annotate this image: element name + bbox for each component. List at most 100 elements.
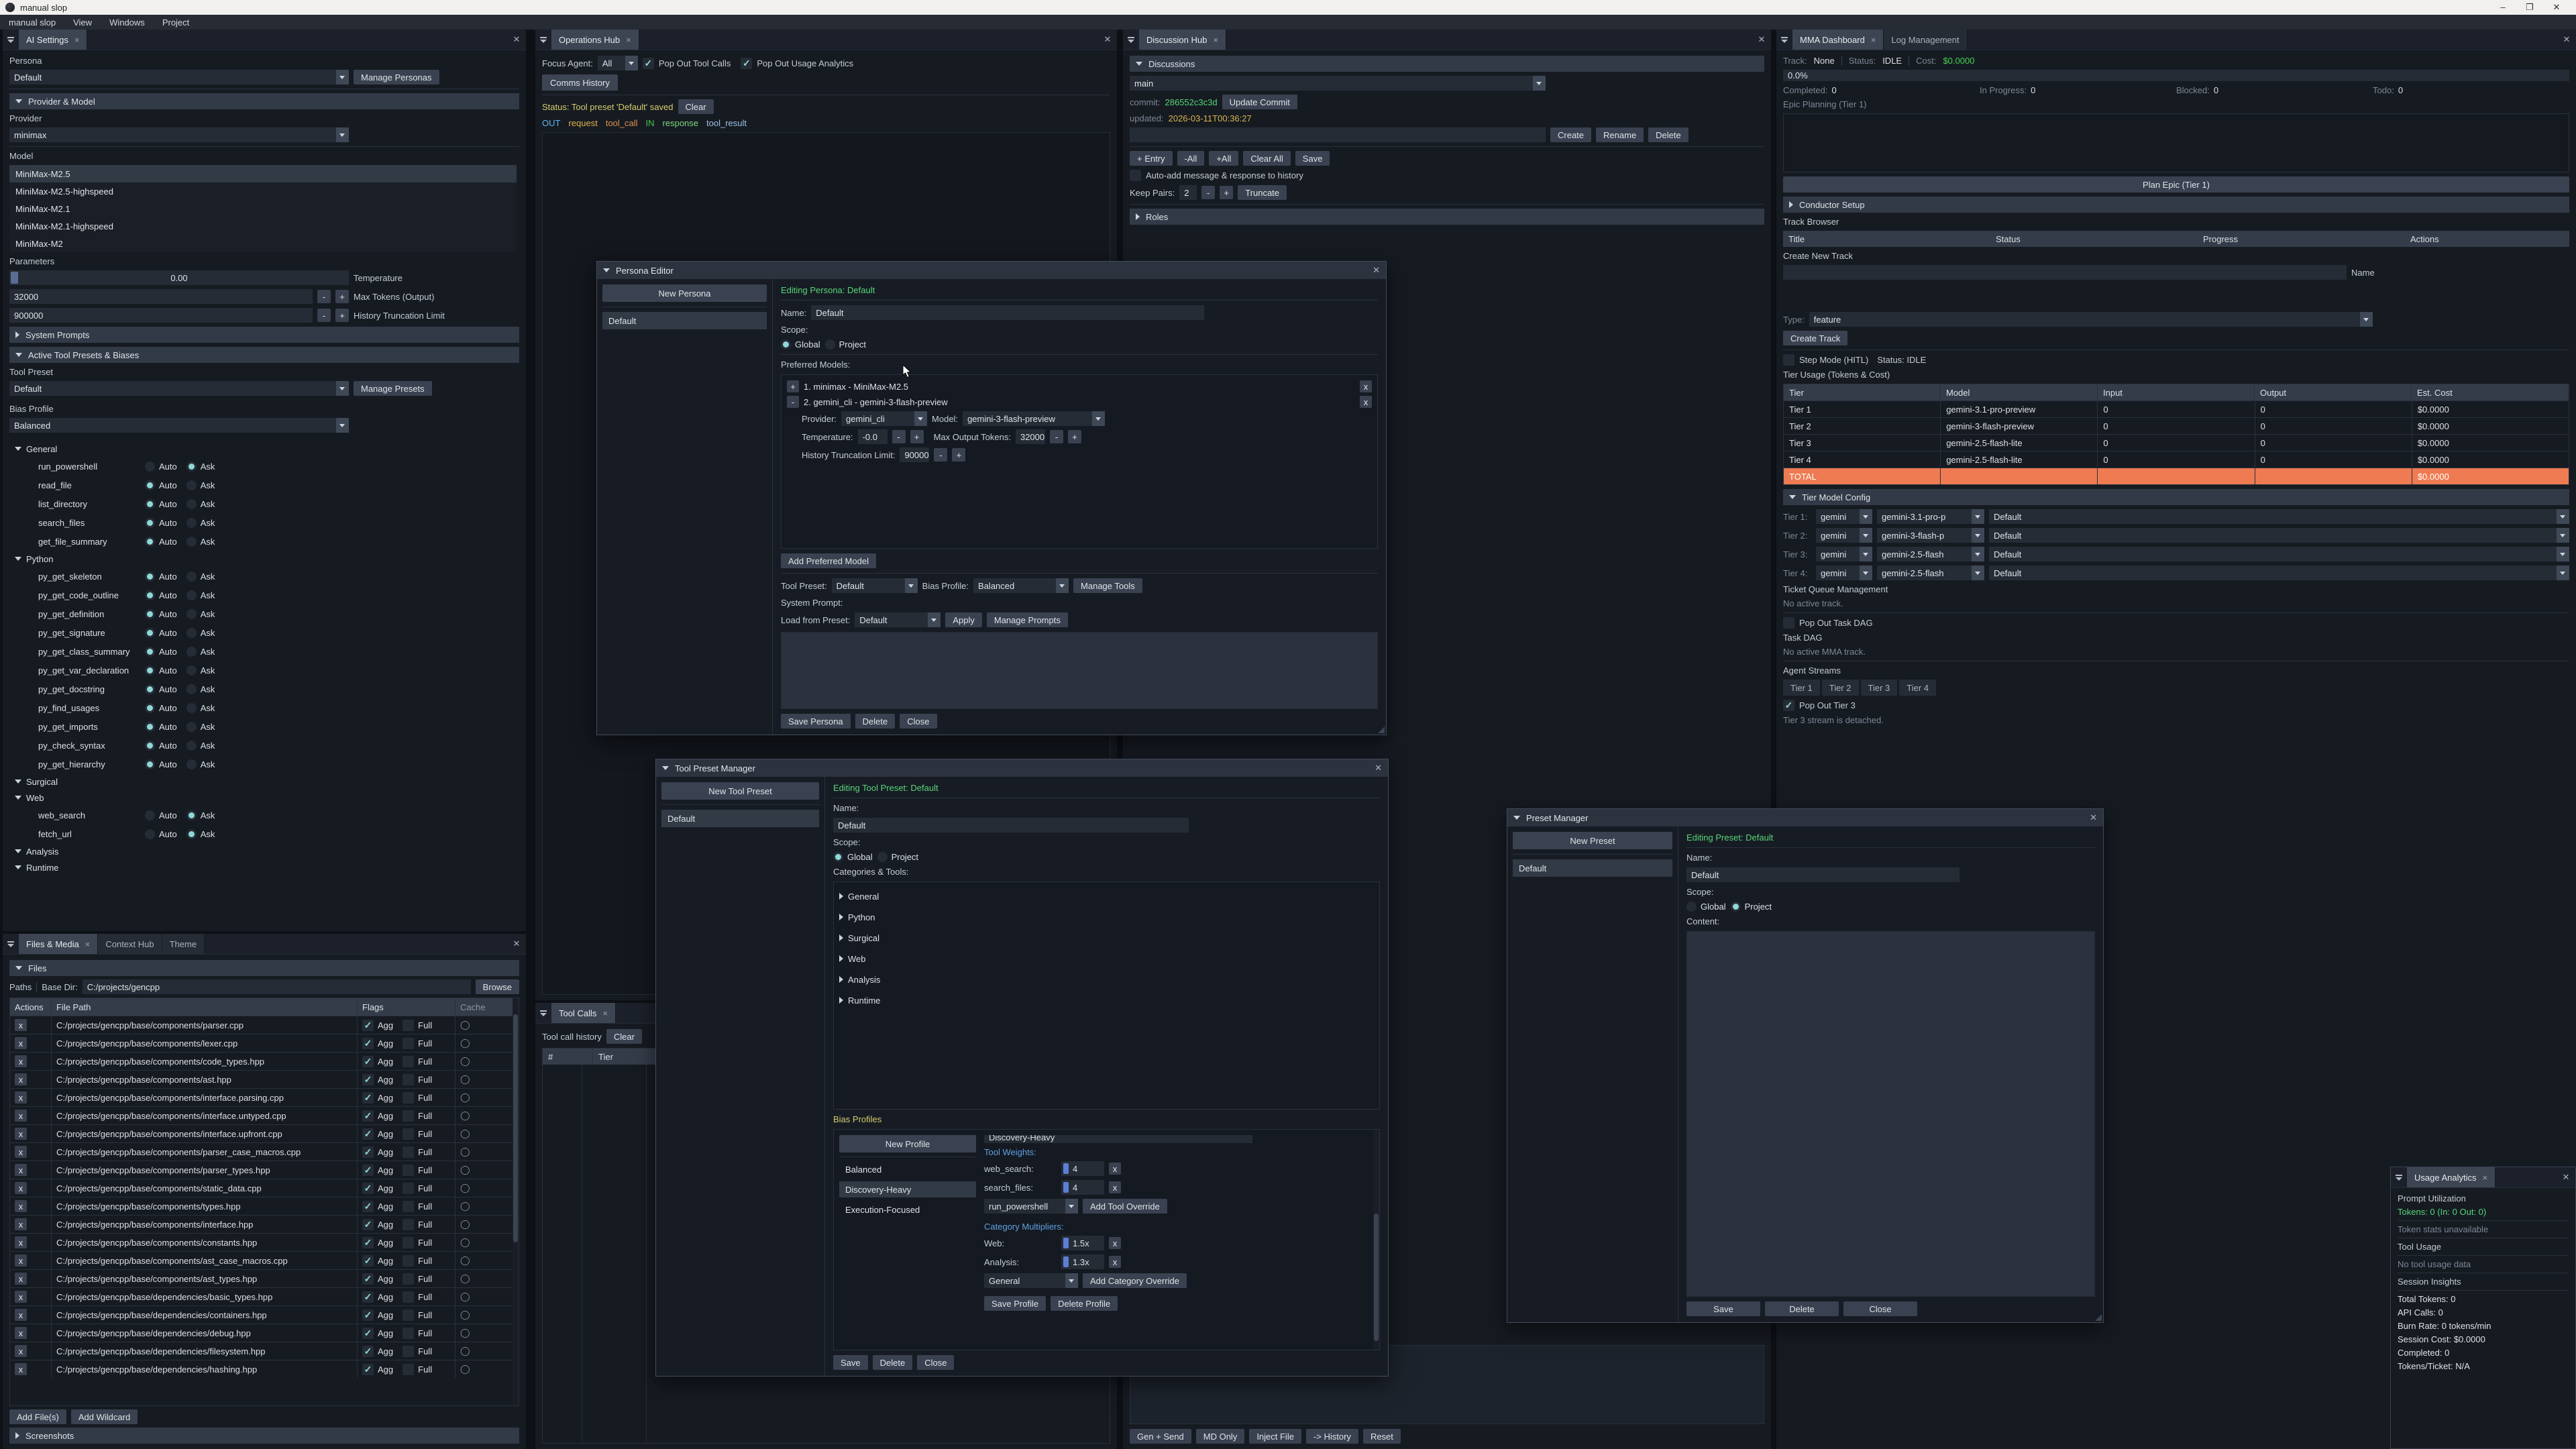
- track-name-input[interactable]: [1783, 265, 2347, 280]
- tier-provider-select[interactable]: gemini: [1816, 509, 1872, 524]
- delete-profile-button[interactable]: Delete Profile: [1051, 1296, 1118, 1311]
- tree-expand-icon[interactable]: [15, 557, 21, 561]
- column-header[interactable]: Actions: [2405, 231, 2576, 247]
- tree-expand-icon[interactable]: [839, 997, 843, 1004]
- column-header[interactable]: File Path: [52, 998, 358, 1016]
- truncate-button[interactable]: Truncate: [1238, 185, 1287, 200]
- composer-button[interactable]: Inject File: [1249, 1429, 1301, 1444]
- panel-close-icon[interactable]: ✕: [1752, 30, 1771, 50]
- save-tool-preset-button[interactable]: Save: [833, 1355, 868, 1370]
- remove-model-button[interactable]: x: [1360, 380, 1372, 392]
- auto-radio[interactable]: Auto: [145, 684, 177, 694]
- auto-radio[interactable]: Auto: [145, 703, 177, 713]
- tier-model-config-header[interactable]: Tier Model Config: [1783, 489, 2569, 505]
- new-persona-button[interactable]: New Persona: [602, 284, 767, 302]
- tier-provider-select[interactable]: gemini: [1816, 566, 1872, 580]
- ask-radio[interactable]: Ask: [186, 480, 215, 490]
- ask-radio[interactable]: Ask: [186, 759, 215, 769]
- close-button[interactable]: Close: [1843, 1301, 1917, 1316]
- column-header[interactable]: Input: [2098, 384, 2255, 400]
- full-checkbox[interactable]: [402, 1309, 414, 1321]
- auto-radio[interactable]: Auto: [145, 518, 177, 528]
- panel-close-icon[interactable]: ✕: [507, 934, 526, 954]
- close-button[interactable]: Close: [900, 714, 936, 729]
- history-limit-input[interactable]: 900000: [9, 308, 313, 323]
- provider-select[interactable]: minimax: [9, 127, 349, 142]
- preset-manager-titlebar[interactable]: Preset Manager ✕: [1507, 809, 2103, 826]
- history-action-button[interactable]: + Entry: [1130, 151, 1173, 166]
- files-scrollbar[interactable]: [513, 998, 519, 1405]
- tree-expand-icon[interactable]: [839, 976, 843, 983]
- stream-tab[interactable]: Tier 2: [1822, 680, 1860, 696]
- delete-persona-button[interactable]: Delete: [855, 714, 896, 729]
- auto-radio[interactable]: Auto: [145, 741, 177, 751]
- persona-select[interactable]: Default: [9, 70, 349, 85]
- decrement-button[interactable]: -: [317, 290, 331, 303]
- dock-menu-icon[interactable]: [3, 30, 19, 50]
- auto-radio[interactable]: Auto: [145, 499, 177, 509]
- remove-file-button[interactable]: x: [15, 1055, 27, 1067]
- bias-profile-select[interactable]: Balanced: [973, 578, 1069, 593]
- agg-checkbox[interactable]: [362, 1219, 374, 1230]
- increment-button[interactable]: +: [952, 448, 965, 462]
- project-radio[interactable]: Project: [877, 852, 918, 862]
- remove-file-button[interactable]: x: [15, 1091, 27, 1104]
- global-radio[interactable]: Global: [833, 852, 873, 862]
- tool-preset-name-input[interactable]: Default: [833, 818, 1189, 833]
- clear-tool-calls-button[interactable]: Clear: [606, 1029, 642, 1044]
- close-button[interactable]: Close: [917, 1355, 954, 1370]
- maximize-icon[interactable]: ❐: [2525, 2, 2534, 13]
- remove-file-button[interactable]: x: [15, 1236, 27, 1248]
- provider-select[interactable]: gemini_cli: [841, 411, 927, 426]
- track-type-select[interactable]: feature: [1809, 312, 2373, 327]
- full-checkbox[interactable]: [402, 1183, 414, 1194]
- column-header[interactable]: Cache: [455, 998, 519, 1016]
- column-header[interactable]: #: [543, 1049, 593, 1065]
- new-tool-preset-button[interactable]: New Tool Preset: [661, 782, 819, 800]
- column-header[interactable]: Flags: [358, 998, 455, 1016]
- pop-out-usage-checkbox[interactable]: [741, 58, 752, 69]
- category-node[interactable]: Analysis: [839, 971, 1374, 988]
- roles-header[interactable]: Roles: [1130, 209, 1764, 225]
- agg-checkbox[interactable]: [362, 1165, 374, 1176]
- tab-close-icon[interactable]: ×: [1213, 35, 1218, 45]
- composer-button[interactable]: MD Only: [1196, 1429, 1245, 1444]
- global-radio[interactable]: Global: [1686, 902, 1726, 912]
- pop-out-tool-calls-checkbox[interactable]: [643, 58, 654, 69]
- tab-usage-analytics[interactable]: Usage Analytics ×: [2407, 1167, 2496, 1187]
- screenshots-header[interactable]: Screenshots: [9, 1428, 519, 1444]
- ask-radio[interactable]: Ask: [186, 609, 215, 619]
- discussion-name-input[interactable]: [1130, 127, 1546, 142]
- focus-agent-select[interactable]: All: [598, 56, 638, 70]
- auto-add-checkbox[interactable]: [1130, 170, 1141, 181]
- remove-file-button[interactable]: x: [15, 1019, 27, 1031]
- full-checkbox[interactable]: [402, 1273, 414, 1285]
- tab-close-icon[interactable]: ×: [2483, 1173, 2488, 1183]
- project-radio[interactable]: Project: [825, 339, 866, 350]
- agg-checkbox[interactable]: [362, 1201, 374, 1212]
- tier-preset-select[interactable]: Default: [1989, 528, 2569, 543]
- auto-radio[interactable]: Auto: [145, 572, 177, 582]
- ask-radio[interactable]: Ask: [186, 810, 215, 820]
- panel-close-icon[interactable]: ✕: [1098, 30, 1117, 50]
- remove-file-button[interactable]: x: [15, 1273, 27, 1285]
- add-wildcard-button[interactable]: Add Wildcard: [71, 1409, 138, 1424]
- close-icon[interactable]: ✕: [2090, 812, 2097, 823]
- active-presets-header[interactable]: Active Tool Presets & Biases: [9, 347, 519, 363]
- max-tokens-input[interactable]: 32000: [9, 289, 313, 304]
- global-radio[interactable]: Global: [781, 339, 820, 350]
- panel-close-icon[interactable]: ✕: [507, 30, 526, 50]
- auto-radio[interactable]: Auto: [145, 647, 177, 657]
- decrement-button[interactable]: -: [317, 309, 331, 322]
- menu-item[interactable]: View: [64, 17, 101, 28]
- epic-planning-input[interactable]: [1783, 113, 2569, 172]
- add-preferred-model-button[interactable]: Add Preferred Model: [781, 553, 876, 568]
- conductor-setup-header[interactable]: Conductor Setup: [1783, 197, 2569, 213]
- persona-name-input[interactable]: Default: [811, 305, 1204, 320]
- save-profile-button[interactable]: Save Profile: [984, 1296, 1046, 1311]
- dock-menu-icon[interactable]: [535, 1003, 551, 1023]
- category-node[interactable]: General: [839, 888, 1374, 905]
- tab-discussion-hub[interactable]: Discussion Hub ×: [1139, 30, 1226, 50]
- ask-radio[interactable]: Ask: [186, 703, 215, 713]
- tab-comms-history[interactable]: Comms History: [542, 74, 618, 91]
